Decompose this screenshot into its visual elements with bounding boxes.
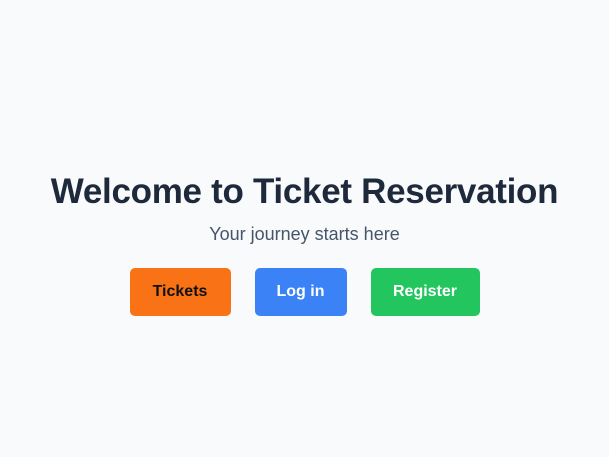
page-subtitle: Your journey starts here: [209, 224, 400, 244]
login-button[interactable]: Log in: [254, 268, 347, 316]
register-button[interactable]: Register: [370, 268, 480, 316]
tickets-button[interactable]: Tickets: [129, 268, 231, 316]
action-buttons: Tickets Log in Register: [129, 268, 480, 316]
landing-page: Welcome to Ticket Reservation Your journ…: [0, 0, 609, 457]
page-title: Welcome to Ticket Reservation: [50, 172, 559, 211]
